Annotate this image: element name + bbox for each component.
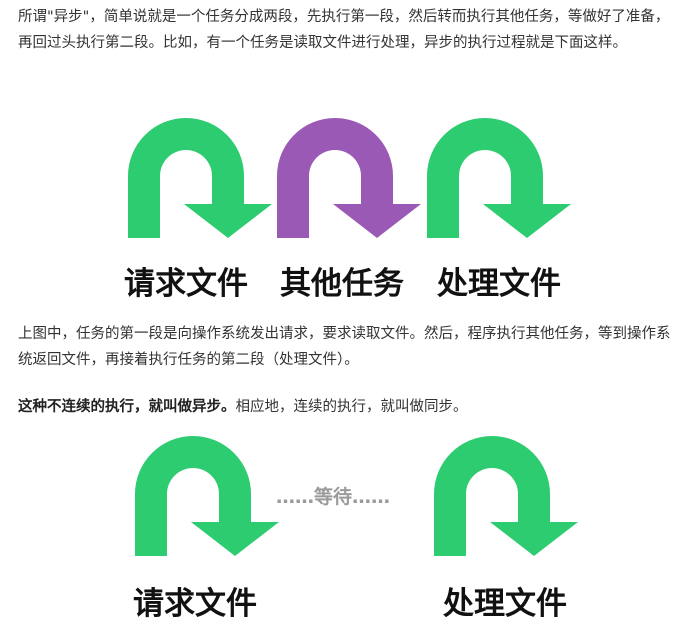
arrow-shape (128, 118, 272, 238)
definition-bold: 这种不连续的执行，就叫做异步。 (18, 399, 236, 415)
u-turn-arrow-process-sync (434, 436, 578, 556)
intro-paragraph: 所谓"异步"，简单说就是一个任务分成两段，先执行第一段，然后转而执行其他任务，等… (18, 9, 670, 51)
label-process-file: 处理文件 (437, 266, 561, 302)
u-turn-arrow-request (128, 118, 272, 238)
label-process-file-2: 处理文件 (443, 586, 567, 622)
waiting-text: ……等待…… (276, 486, 391, 508)
definition-rest: 相应地，连续的执行，就叫做同步。 (235, 399, 468, 415)
arrow-shape (434, 436, 578, 556)
label-other-task: 其他任务 (280, 266, 404, 302)
arrow-shape (427, 118, 571, 238)
u-turn-arrow-process (427, 118, 571, 238)
label-request-file: 请求文件 (124, 266, 248, 302)
arrow-shape (135, 436, 279, 556)
u-turn-arrow-request-sync (135, 436, 279, 556)
arrow-shape (277, 118, 421, 238)
u-turn-arrow-other-task (277, 118, 421, 238)
explanation-paragraph: 上图中，任务的第一段是向操作系统发出请求，要求读取文件。然后，程序执行其他任务，… (18, 326, 671, 368)
label-request-file-2: 请求文件 (133, 586, 257, 622)
definition-paragraph: 这种不连续的执行，就叫做异步。相应地，连续的执行，就叫做同步。 (18, 394, 678, 420)
